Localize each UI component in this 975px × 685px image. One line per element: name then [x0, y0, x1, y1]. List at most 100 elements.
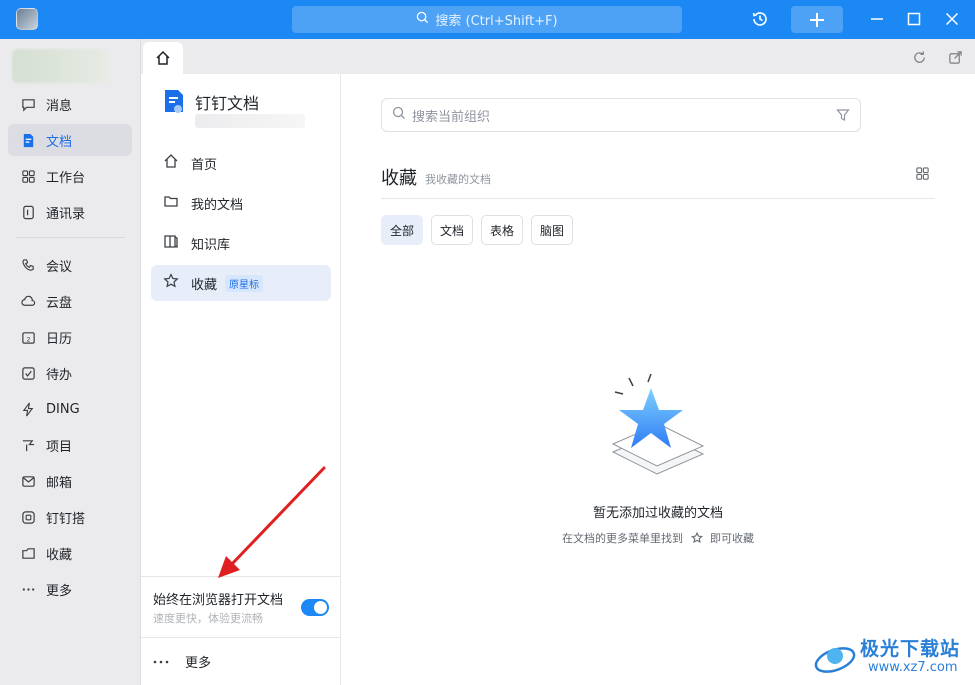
- doc-app-title: 钉钉文档: [195, 94, 260, 113]
- page-subtitle: 我收藏的文档: [425, 173, 491, 186]
- sidebar-item-label: 消息: [46, 98, 73, 114]
- organization-profile[interactable]: [12, 49, 108, 83]
- checkbox-icon: [20, 365, 36, 381]
- filter-chip-sheets[interactable]: 表格: [481, 215, 523, 245]
- home-icon: [156, 50, 170, 65]
- history-icon[interactable]: [749, 8, 771, 30]
- watermark-url: www.xz7.com: [868, 660, 958, 675]
- tab-strip: [141, 39, 975, 74]
- docnav-item-label: 收藏: [191, 277, 218, 293]
- search-icon: [392, 106, 406, 124]
- browser-open-title: 始终在浏览器打开文档: [153, 593, 284, 608]
- sidebar-item-builder[interactable]: 钉钉搭: [8, 501, 132, 533]
- sidebar-item-label: 云盘: [46, 295, 73, 311]
- docnav-more-button[interactable]: 更多: [153, 652, 211, 671]
- mail-icon: [20, 473, 36, 489]
- doc-navigation: 钉钉文档 首页 我的文档 知识库 收藏 原星标 始终在浏览器打开文档 速度更快，…: [141, 74, 341, 685]
- builder-icon: [20, 509, 36, 525]
- more-icon: [20, 581, 36, 597]
- docnav-item-knowledge-base[interactable]: 知识库: [151, 225, 331, 261]
- dingtalk-docs-logo-icon: [163, 88, 185, 118]
- sidebar-item-contacts[interactable]: 通讯录: [8, 196, 132, 228]
- cloud-icon: [20, 293, 36, 309]
- open-external-icon[interactable]: [946, 48, 964, 66]
- site-watermark: 极光下载站 www.xz7.com: [812, 632, 972, 682]
- sidebar-item-project[interactable]: 项目: [8, 429, 132, 461]
- filter-icon[interactable]: [836, 108, 850, 126]
- docnav-more-label: 更多: [185, 656, 212, 671]
- refresh-icon[interactable]: [910, 48, 928, 66]
- org-search-placeholder: 搜索当前组织: [412, 109, 491, 125]
- sidebar-item-meeting[interactable]: 会议: [8, 249, 132, 281]
- message-icon: [20, 96, 36, 112]
- favorites-icon: [20, 545, 36, 561]
- sidebar-item-label: 通讯录: [46, 206, 86, 222]
- search-icon: [416, 11, 429, 28]
- browser-open-toggle[interactable]: [301, 599, 329, 616]
- heading-divider: [381, 198, 935, 199]
- empty-state-title: 暂无添加过收藏的文档: [592, 506, 723, 521]
- annotation-arrow-icon: [218, 466, 326, 578]
- empty-hint-text-before: 在文档的更多菜单里找到: [562, 532, 683, 545]
- create-button[interactable]: [791, 6, 843, 33]
- empty-state-illustration: [611, 373, 705, 475]
- org-search-input[interactable]: 搜索当前组织: [381, 98, 861, 132]
- sidebar-item-label: 会议: [46, 259, 73, 275]
- sidebar-item-label: DING: [46, 401, 80, 417]
- global-search-placeholder: 搜索 (Ctrl+Shift+F): [435, 14, 558, 29]
- minimize-icon[interactable]: [866, 8, 888, 30]
- filter-chip-mindmap[interactable]: 脑图: [531, 215, 573, 245]
- plus-icon: [810, 12, 824, 27]
- global-search-input[interactable]: 搜索 (Ctrl+Shift+F): [292, 6, 682, 33]
- sidebar-item-documents[interactable]: 文档: [8, 124, 132, 156]
- sidebar-item-messages[interactable]: 消息: [8, 88, 132, 120]
- close-icon[interactable]: [941, 8, 963, 30]
- sidebar-item-label: 文档: [46, 134, 73, 150]
- document-icon: [20, 132, 36, 148]
- sidebar: 消息 文档 工作台 通讯录 会议 云盘 2 日历 待办 DING 项目 邮箱 钉…: [0, 39, 141, 685]
- book-icon: [163, 233, 179, 253]
- grid-view-icon[interactable]: [915, 166, 930, 185]
- svg-text:2: 2: [26, 335, 30, 343]
- sidebar-item-label: 工作台: [46, 170, 86, 186]
- grid-icon: [20, 168, 36, 184]
- maximize-icon[interactable]: [903, 8, 925, 30]
- project-icon: [20, 437, 36, 453]
- folder-icon: [163, 193, 179, 213]
- star-icon: [690, 531, 703, 547]
- sidebar-item-label: 更多: [46, 583, 73, 599]
- filter-chip-docs[interactable]: 文档: [431, 215, 473, 245]
- sidebar-item-favorites[interactable]: 收藏: [8, 537, 132, 569]
- main-content: 搜索当前组织 收藏 我收藏的文档 全部 文档 表格 脑图 暂无添加过收藏的文档 …: [341, 74, 975, 685]
- sidebar-item-ding[interactable]: DING: [8, 393, 132, 425]
- empty-hint-text-after: 即可收藏: [710, 532, 754, 545]
- docnav-item-favorites[interactable]: 收藏 原星标: [151, 265, 331, 301]
- page-title: 收藏: [381, 168, 417, 189]
- phone-icon: [20, 257, 36, 273]
- sidebar-item-todo[interactable]: 待办: [8, 357, 132, 389]
- app-avatar[interactable]: [16, 8, 38, 30]
- sidebar-item-calendar[interactable]: 2 日历: [8, 321, 132, 353]
- tab-home[interactable]: [143, 42, 183, 74]
- sidebar-item-label: 待办: [46, 367, 73, 383]
- sidebar-item-label: 日历: [46, 331, 73, 347]
- empty-state-hint: 在文档的更多菜单里找到 即可收藏: [341, 530, 975, 547]
- sidebar-item-cloud[interactable]: 云盘: [8, 285, 132, 317]
- docnav-item-my-docs[interactable]: 我的文档: [151, 185, 331, 221]
- more-icon: [153, 654, 169, 669]
- watermark-title: 极光下载站: [860, 638, 961, 660]
- sidebar-item-more[interactable]: 更多: [8, 573, 132, 605]
- home-icon: [163, 153, 179, 173]
- title-bar: 搜索 (Ctrl+Shift+F): [0, 0, 975, 39]
- starred-badge: 原星标: [225, 274, 264, 292]
- filter-chip-all[interactable]: 全部: [381, 215, 423, 245]
- docnav-item-label: 首页: [191, 157, 218, 173]
- sidebar-item-label: 钉钉搭: [46, 511, 86, 527]
- docnav-item-home[interactable]: 首页: [151, 145, 331, 181]
- sidebar-item-label: 收藏: [46, 547, 73, 563]
- browser-open-setting: 始终在浏览器打开文档 速度更快，体验更流畅: [141, 576, 340, 638]
- sidebar-item-mail[interactable]: 邮箱: [8, 465, 132, 497]
- sidebar-item-workbench[interactable]: 工作台: [8, 160, 132, 192]
- star-icon: [163, 273, 179, 293]
- contacts-icon: [20, 204, 36, 220]
